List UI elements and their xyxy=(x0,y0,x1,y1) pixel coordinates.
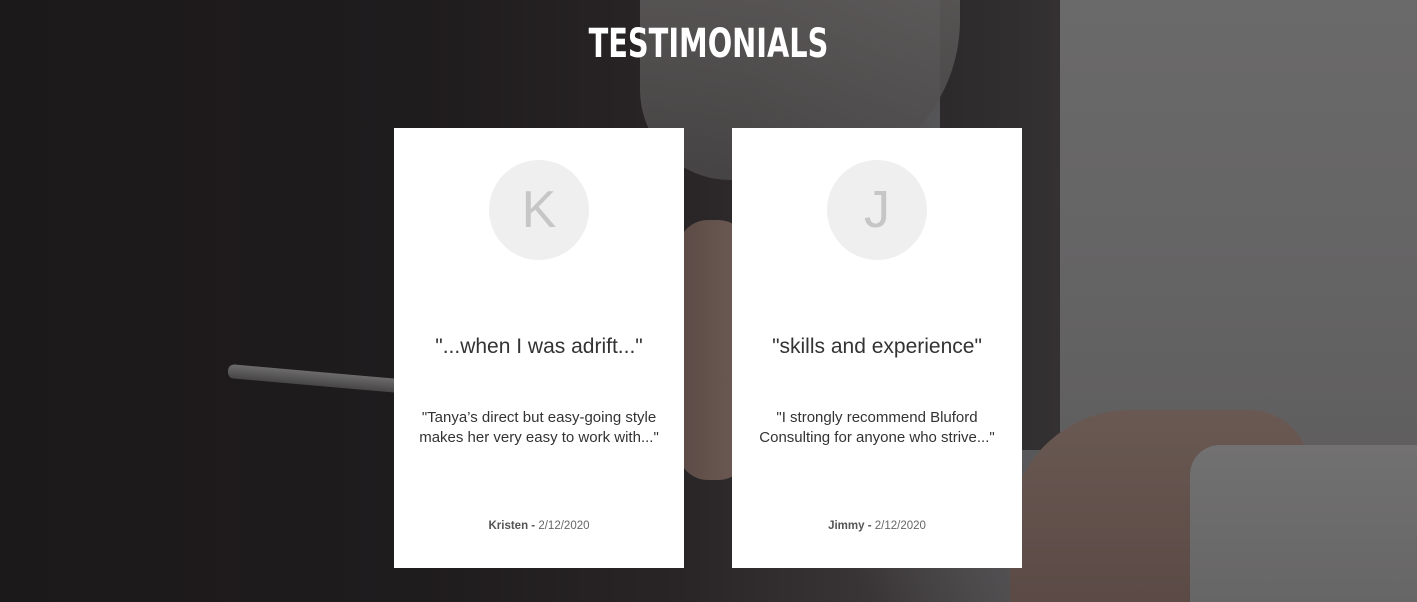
testimonial-quote: "Tanya’s direct but easy-going style mak… xyxy=(419,409,659,446)
testimonial-headline: "skills and experience" xyxy=(772,335,982,358)
byline-separator: - xyxy=(864,520,875,532)
avatar: K xyxy=(489,160,589,260)
testimonial-byline: Jimmy - 2/12/2020 xyxy=(732,520,1022,532)
testimonial-byline: Kristen - 2/12/2020 xyxy=(394,520,684,532)
testimonial-quote: "I strongly recommend Bluford Consulting… xyxy=(759,409,995,446)
testimonial-card[interactable]: K "...when I was adrift..." "Tanya’s dir… xyxy=(394,128,684,568)
author-name: Kristen xyxy=(488,520,529,532)
byline-separator: - xyxy=(528,520,539,532)
avatar: J xyxy=(827,160,927,260)
author-name: Jimmy xyxy=(828,520,865,532)
testimonial-card[interactable]: J "skills and experience" "I strongly re… xyxy=(732,128,1022,568)
background-cuff xyxy=(1190,445,1417,602)
testimonial-date: 2/12/2020 xyxy=(874,520,926,532)
section-title: TESTIMONIALS xyxy=(588,21,829,67)
testimonial-date: 2/12/2020 xyxy=(538,520,590,532)
testimonials-section: TESTIMONIALS K "...when I was adrift..."… xyxy=(0,0,1417,602)
testimonial-headline: "...when I was adrift..." xyxy=(435,335,643,358)
